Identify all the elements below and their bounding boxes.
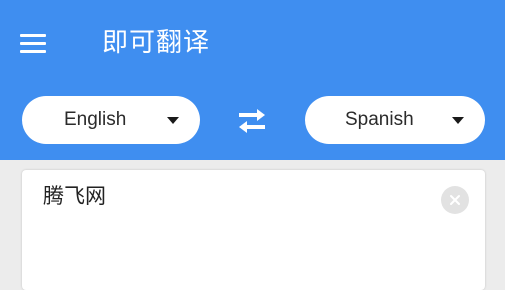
menu-icon-bar <box>20 49 46 53</box>
caret-down-icon <box>452 117 464 124</box>
app-title: 即可翻译 <box>102 28 211 58</box>
app-header: 即可翻译 English Spanish <box>0 0 505 160</box>
target-language-select[interactable]: Spanish <box>305 96 485 144</box>
caret-down-icon <box>167 117 179 124</box>
swap-languages-button[interactable] <box>234 103 270 139</box>
swap-arrows-icon <box>239 109 265 133</box>
target-language-label: Spanish <box>345 109 414 130</box>
source-language-label: English <box>64 109 127 130</box>
menu-icon[interactable] <box>20 28 54 58</box>
source-text-card: 腾飞网 <box>22 170 485 290</box>
source-text-input[interactable]: 腾飞网 <box>43 182 106 210</box>
source-language-select[interactable]: English <box>22 96 200 144</box>
close-icon <box>450 195 460 205</box>
menu-icon-bar <box>20 41 46 45</box>
menu-icon-bar <box>20 33 46 37</box>
clear-button[interactable] <box>441 186 469 214</box>
